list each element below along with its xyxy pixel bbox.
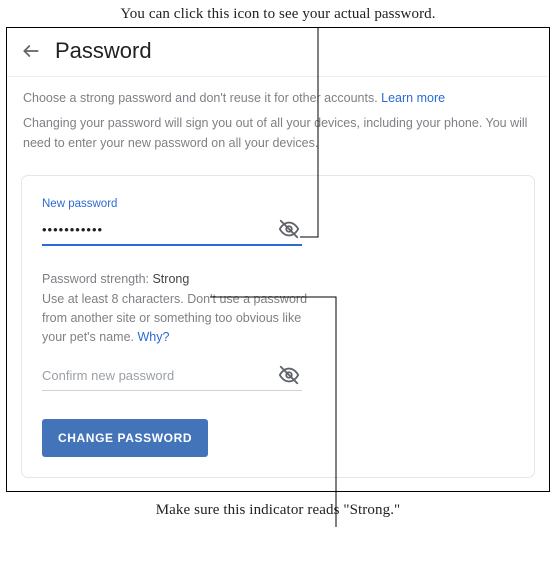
eye-off-icon[interactable] bbox=[276, 364, 302, 386]
annotation-top: You can click this icon to see your actu… bbox=[0, 0, 556, 27]
change-password-button[interactable]: CHANGE PASSWORD bbox=[42, 419, 208, 457]
confirm-password-input[interactable] bbox=[42, 368, 276, 383]
page-title: Password bbox=[55, 38, 152, 64]
eye-off-icon[interactable] bbox=[276, 218, 302, 240]
intro-text: Choose a strong password and don't reuse… bbox=[7, 77, 549, 165]
intro-line2: Changing your password will sign you out… bbox=[23, 114, 533, 153]
confirm-password-field bbox=[42, 364, 302, 391]
new-password-field: New password bbox=[42, 198, 514, 246]
tips-text: Use at least 8 characters. Don't use a p… bbox=[42, 292, 307, 344]
header: Password bbox=[7, 28, 549, 76]
password-card: New password Password strength: Strong U… bbox=[21, 175, 535, 478]
password-strength-indicator: Password strength: Strong bbox=[42, 272, 514, 286]
password-settings-panel: Password Choose a strong password and do… bbox=[6, 27, 550, 492]
intro-line1: Choose a strong password and don't reuse… bbox=[23, 91, 381, 105]
learn-more-link[interactable]: Learn more bbox=[381, 91, 445, 105]
annotation-bottom: Make sure this indicator reads "Strong." bbox=[0, 492, 556, 519]
new-password-input[interactable] bbox=[42, 222, 276, 237]
strength-label: Password strength: bbox=[42, 272, 152, 286]
new-password-label: New password bbox=[42, 198, 514, 210]
password-tips: Use at least 8 characters. Don't use a p… bbox=[42, 290, 312, 346]
strength-value: Strong bbox=[152, 272, 189, 286]
back-arrow-icon[interactable] bbox=[21, 41, 41, 61]
why-link[interactable]: Why? bbox=[138, 330, 170, 344]
